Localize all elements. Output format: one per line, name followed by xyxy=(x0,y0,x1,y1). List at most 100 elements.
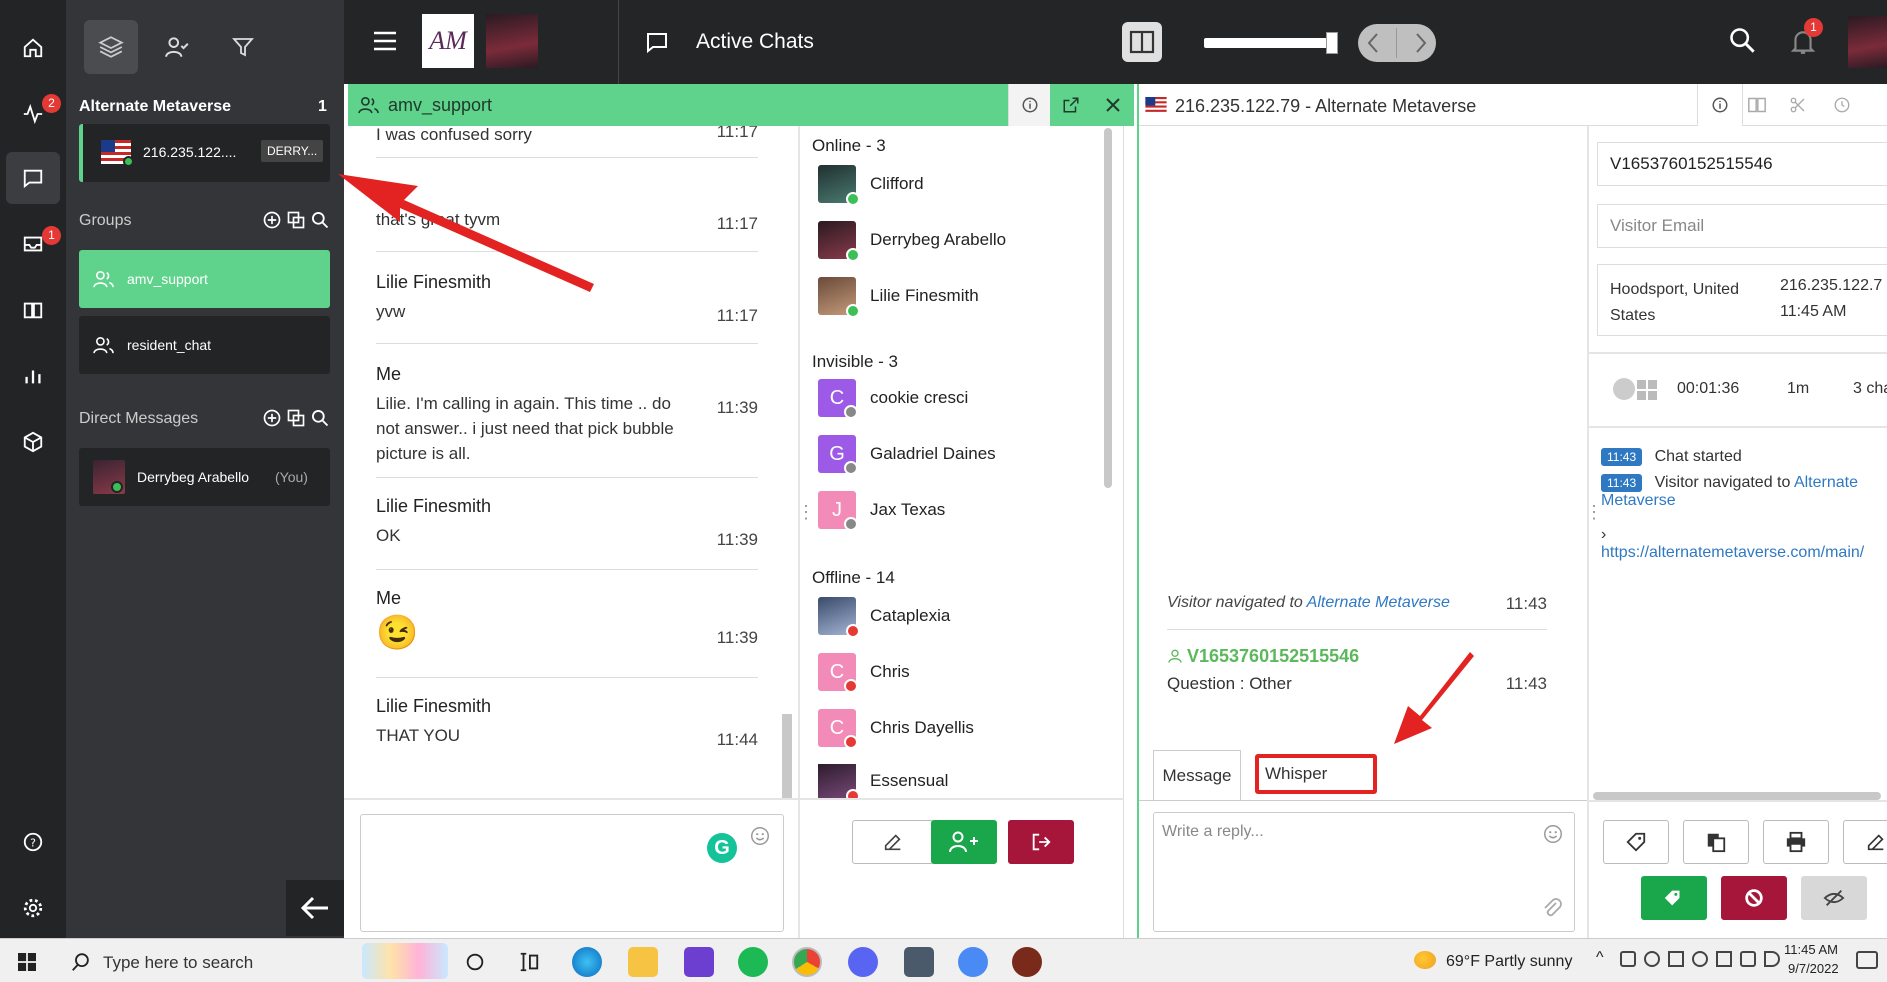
book-icon[interactable] xyxy=(6,284,60,336)
widgets-icon[interactable] xyxy=(518,951,540,973)
hamburger-menu-icon[interactable] xyxy=(372,30,398,52)
add-dm-icon[interactable] xyxy=(262,408,282,428)
group-item-resident-chat[interactable]: resident_chat xyxy=(79,316,330,374)
profile-avatar[interactable] xyxy=(1848,16,1887,68)
tags-button[interactable] xyxy=(1641,876,1707,920)
battery-icon[interactable] xyxy=(1716,951,1732,967)
game-icon[interactable] xyxy=(1012,947,1042,977)
copy-dm-icon[interactable] xyxy=(286,408,306,428)
tag-button[interactable] xyxy=(1603,820,1669,864)
discord-icon[interactable] xyxy=(848,947,878,977)
stats-icon[interactable] xyxy=(6,350,60,402)
member-item[interactable]: Lilie Finesmith xyxy=(818,276,979,318)
group-message-input[interactable]: G xyxy=(360,814,784,932)
add-member-button[interactable] xyxy=(931,820,997,864)
user-check-icon[interactable] xyxy=(150,20,204,74)
search-icon[interactable] xyxy=(1728,26,1756,54)
chrome-icon[interactable] xyxy=(792,947,822,977)
info-scrollbar[interactable] xyxy=(1593,792,1881,800)
help-icon[interactable]: ? xyxy=(6,816,60,868)
scissors-icon[interactable] xyxy=(1789,96,1807,114)
network-icon[interactable] xyxy=(1740,951,1756,967)
member-item[interactable]: Clifford xyxy=(818,164,924,206)
chevron-right-icon[interactable] xyxy=(1414,32,1428,54)
add-group-icon[interactable] xyxy=(262,210,282,230)
edit-button[interactable] xyxy=(1843,820,1887,864)
member-item[interactable]: J Jax Texas xyxy=(818,490,945,531)
paperclip-icon[interactable] xyxy=(1540,897,1564,921)
task-view-icon[interactable] xyxy=(464,951,486,973)
volume-icon[interactable] xyxy=(1764,951,1780,967)
tray-icon[interactable] xyxy=(1620,951,1636,967)
bell-icon[interactable]: 1 xyxy=(1790,18,1823,56)
taskbar-search-input[interactable]: Type here to search xyxy=(103,953,253,973)
split-view-icon[interactable] xyxy=(1122,22,1162,62)
chevron-right-icon[interactable]: › xyxy=(1601,526,1887,544)
member-item[interactable]: Derrybeg Arabello xyxy=(818,220,1006,262)
nav-arrows[interactable] xyxy=(1358,24,1436,62)
filter-icon[interactable] xyxy=(216,20,270,74)
notifications-icon[interactable] xyxy=(1856,951,1878,969)
member-item[interactable]: G Galadriel Daines xyxy=(818,434,996,475)
pane-divider[interactable] xyxy=(1587,126,1589,938)
edge-icon[interactable] xyxy=(572,947,602,977)
home-icon[interactable] xyxy=(6,22,60,74)
visitor-id-field[interactable]: V1653760152515546 xyxy=(1597,142,1887,186)
member-item[interactable]: C cookie cresci xyxy=(818,378,968,419)
leave-group-button[interactable] xyxy=(1008,820,1074,864)
visitor-email-field[interactable]: Visitor Email xyxy=(1597,204,1887,248)
file-explorer-icon[interactable] xyxy=(628,947,658,977)
activity-icon[interactable]: 2 xyxy=(6,88,61,140)
app-icon[interactable] xyxy=(684,947,714,977)
event-link[interactable]: Alternate Metaverse xyxy=(1307,594,1450,611)
layers-icon[interactable] xyxy=(84,20,138,74)
copy-button[interactable] xyxy=(1683,820,1749,864)
calculator-icon[interactable] xyxy=(904,947,934,977)
package-icon[interactable] xyxy=(6,416,60,468)
zoom-slider[interactable] xyxy=(1204,32,1338,54)
visitor-chat-item[interactable]: 216.235.122.... DERRY... xyxy=(79,124,330,182)
info-icon[interactable] xyxy=(1008,84,1050,126)
weather-text[interactable]: 69°F Partly sunny xyxy=(1446,953,1572,971)
app-icon[interactable] xyxy=(958,947,988,977)
member-item[interactable]: C Chris Dayellis xyxy=(818,708,974,749)
chevron-left-icon[interactable] xyxy=(1366,32,1380,54)
member-item[interactable]: C Chris xyxy=(818,652,910,693)
clock-date[interactable]: 9/7/2022 xyxy=(1788,961,1839,976)
settings-gear-icon[interactable] xyxy=(6,882,60,934)
popout-icon[interactable] xyxy=(1050,84,1092,126)
visitor-url[interactable]: https://alternatemetaverse.com/main/ xyxy=(1601,544,1887,562)
reply-input[interactable]: Write a reply... xyxy=(1153,812,1575,932)
message-scrollbar[interactable] xyxy=(782,714,792,798)
copy-group-icon[interactable] xyxy=(286,210,306,230)
hide-button[interactable] xyxy=(1801,876,1867,920)
clock-time[interactable]: 11:45 AM xyxy=(1784,942,1838,957)
inbox-icon[interactable]: 1 xyxy=(6,218,61,270)
group-item-amv-support[interactable]: amv_support xyxy=(79,250,330,308)
print-button[interactable] xyxy=(1763,820,1829,864)
tray-chevron-up-icon[interactable]: ^ xyxy=(1596,949,1604,967)
edit-group-button[interactable] xyxy=(852,820,934,864)
search-groups-icon[interactable] xyxy=(310,210,330,230)
close-icon[interactable] xyxy=(1092,84,1134,126)
ban-button[interactable] xyxy=(1721,876,1787,920)
user-avatar[interactable] xyxy=(486,14,538,68)
member-item[interactable]: Cataplexia xyxy=(818,596,950,638)
emoji-icon[interactable] xyxy=(1542,823,1564,845)
clock-icon[interactable] xyxy=(1833,96,1851,114)
search-dm-icon[interactable] xyxy=(310,408,330,428)
tray-icon[interactable] xyxy=(1644,951,1660,967)
tray-icon[interactable] xyxy=(1668,951,1684,967)
emoji-icon[interactable] xyxy=(749,825,771,847)
drag-handle-icon[interactable]: ⋮ xyxy=(797,503,815,521)
dm-item[interactable]: Derrybeg Arabello (You) xyxy=(79,448,330,506)
grammarly-icon[interactable]: G xyxy=(707,833,737,863)
member-item[interactable]: Essensual xyxy=(818,764,948,798)
member-scrollbar[interactable] xyxy=(1104,128,1112,488)
book-icon[interactable] xyxy=(1747,96,1767,114)
tab-message[interactable]: Message xyxy=(1153,750,1241,800)
pane-divider[interactable] xyxy=(798,126,800,938)
spotify-icon[interactable] xyxy=(738,947,768,977)
collapse-arrow-icon[interactable] xyxy=(286,880,344,936)
tab-whisper[interactable]: Whisper xyxy=(1255,754,1377,794)
